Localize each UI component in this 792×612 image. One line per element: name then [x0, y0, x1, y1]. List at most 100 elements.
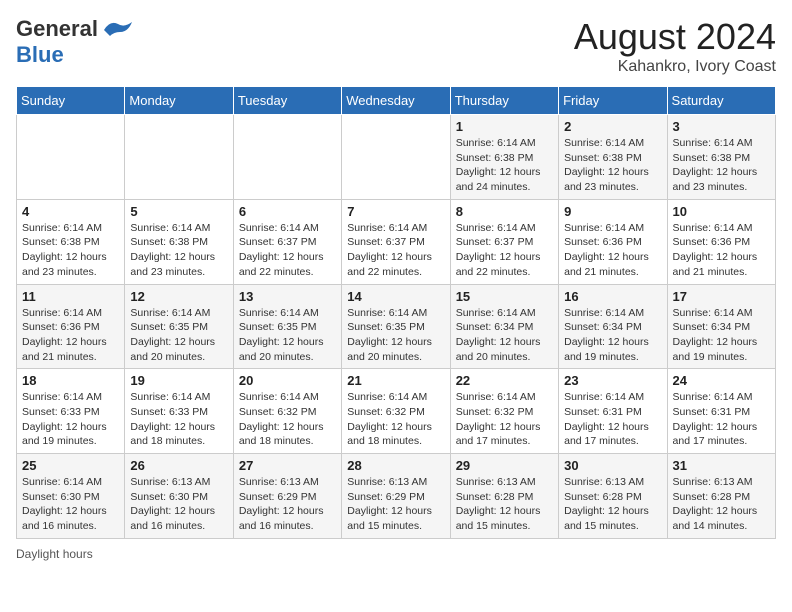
calendar-week-row: 18 Sunrise: 6:14 AM Sunset: 6:33 PM Dayli…	[17, 369, 776, 454]
calendar-title: August 2024	[574, 16, 776, 58]
calendar-cell: 7 Sunrise: 6:14 AM Sunset: 6:37 PM Daylig…	[342, 199, 450, 284]
calendar-header-row: SundayMondayTuesdayWednesdayThursdayFrid…	[17, 87, 776, 115]
day-of-week-header: Thursday	[450, 87, 558, 115]
calendar-cell: 2Sunrise: 6:14 AM Sunset: 6:38 PM Daylig…	[559, 115, 667, 200]
day-info: Sunrise: 6:13 AM Sunset: 6:28 PM Dayligh…	[673, 475, 770, 534]
day-info: Sunrise: 6:14 AM Sunset: 6:34 PM Dayligh…	[564, 306, 661, 365]
day-info: Sunrise: 6:14 AM Sunset: 6:38 PM Dayligh…	[564, 136, 661, 195]
day-number: 28	[347, 458, 444, 473]
calendar-week-row: 25 Sunrise: 6:14 AM Sunset: 6:30 PM Dayli…	[17, 454, 776, 539]
day-number: 16	[564, 289, 661, 304]
calendar-cell: 20 Sunrise: 6:14 AM Sunset: 6:32 PM Dayli…	[233, 369, 341, 454]
day-number: 11	[22, 289, 119, 304]
day-of-week-header: Wednesday	[342, 87, 450, 115]
day-number: 29	[456, 458, 553, 473]
calendar-footer: Daylight hours	[16, 547, 776, 561]
day-of-week-header: Tuesday	[233, 87, 341, 115]
calendar-cell: 23 Sunrise: 6:14 AM Sunset: 6:31 PM Dayli…	[559, 369, 667, 454]
day-info: Sunrise: 6:14 AM Sunset: 6:34 PM Dayligh…	[673, 306, 770, 365]
day-info: Sunrise: 6:14 AM Sunset: 6:31 PM Dayligh…	[673, 390, 770, 449]
calendar-cell: 22Sunrise: 6:14 AM Sunset: 6:32 PM Dayli…	[450, 369, 558, 454]
page-header: General Blue August 2024 Kahankro, Ivory…	[16, 16, 776, 76]
day-number: 22	[456, 373, 553, 388]
calendar-table: SundayMondayTuesdayWednesdayThursdayFrid…	[16, 86, 776, 539]
calendar-title-block: August 2024 Kahankro, Ivory Coast	[574, 16, 776, 76]
day-number: 4	[22, 204, 119, 219]
day-info: Sunrise: 6:14 AM Sunset: 6:38 PM Dayligh…	[130, 221, 227, 280]
day-info: Sunrise: 6:14 AM Sunset: 6:32 PM Dayligh…	[347, 390, 444, 449]
day-info: Sunrise: 6:14 AM Sunset: 6:32 PM Dayligh…	[239, 390, 336, 449]
day-info: Sunrise: 6:14 AM Sunset: 6:31 PM Dayligh…	[564, 390, 661, 449]
day-info: Sunrise: 6:14 AM Sunset: 6:37 PM Dayligh…	[347, 221, 444, 280]
day-info: Sunrise: 6:14 AM Sunset: 6:34 PM Dayligh…	[456, 306, 553, 365]
calendar-cell	[342, 115, 450, 200]
day-of-week-header: Friday	[559, 87, 667, 115]
calendar-cell: 1Sunrise: 6:14 AM Sunset: 6:38 PM Daylig…	[450, 115, 558, 200]
day-number: 26	[130, 458, 227, 473]
day-number: 8	[456, 204, 553, 219]
calendar-cell: 21 Sunrise: 6:14 AM Sunset: 6:32 PM Dayli…	[342, 369, 450, 454]
day-number: 25	[22, 458, 119, 473]
day-info: Sunrise: 6:14 AM Sunset: 6:30 PM Dayligh…	[22, 475, 119, 534]
day-number: 7	[347, 204, 444, 219]
calendar-subtitle: Kahankro, Ivory Coast	[574, 58, 776, 76]
day-info: Sunrise: 6:13 AM Sunset: 6:28 PM Dayligh…	[456, 475, 553, 534]
day-info: Sunrise: 6:14 AM Sunset: 6:33 PM Dayligh…	[22, 390, 119, 449]
calendar-cell	[17, 115, 125, 200]
day-number: 15	[456, 289, 553, 304]
calendar-cell: 3 Sunrise: 6:14 AM Sunset: 6:38 PM Daylig…	[667, 115, 775, 200]
logo: General Blue	[16, 16, 134, 68]
calendar-cell: 9 Sunrise: 6:14 AM Sunset: 6:36 PM Daylig…	[559, 199, 667, 284]
calendar-cell: 17 Sunrise: 6:14 AM Sunset: 6:34 PM Dayli…	[667, 284, 775, 369]
day-of-week-header: Sunday	[17, 87, 125, 115]
day-number: 27	[239, 458, 336, 473]
day-number: 6	[239, 204, 336, 219]
calendar-cell: 8Sunrise: 6:14 AM Sunset: 6:37 PM Daylig…	[450, 199, 558, 284]
day-info: Sunrise: 6:14 AM Sunset: 6:38 PM Dayligh…	[673, 136, 770, 195]
day-number: 19	[130, 373, 227, 388]
calendar-cell: 18 Sunrise: 6:14 AM Sunset: 6:33 PM Dayli…	[17, 369, 125, 454]
day-number: 3	[673, 119, 770, 134]
day-of-week-header: Saturday	[667, 87, 775, 115]
day-number: 30	[564, 458, 661, 473]
day-info: Sunrise: 6:14 AM Sunset: 6:36 PM Dayligh…	[564, 221, 661, 280]
day-info: Sunrise: 6:14 AM Sunset: 6:38 PM Dayligh…	[456, 136, 553, 195]
day-info: Sunrise: 6:14 AM Sunset: 6:38 PM Dayligh…	[22, 221, 119, 280]
calendar-cell: 28 Sunrise: 6:13 AM Sunset: 6:29 PM Dayli…	[342, 454, 450, 539]
day-info: Sunrise: 6:13 AM Sunset: 6:29 PM Dayligh…	[239, 475, 336, 534]
day-info: Sunrise: 6:13 AM Sunset: 6:28 PM Dayligh…	[564, 475, 661, 534]
calendar-cell: 6Sunrise: 6:14 AM Sunset: 6:37 PM Daylig…	[233, 199, 341, 284]
calendar-cell	[125, 115, 233, 200]
logo-text-general: General	[16, 16, 98, 42]
calendar-cell: 13 Sunrise: 6:14 AM Sunset: 6:35 PM Dayli…	[233, 284, 341, 369]
calendar-cell: 11Sunrise: 6:14 AM Sunset: 6:36 PM Dayli…	[17, 284, 125, 369]
calendar-cell: 15 Sunrise: 6:14 AM Sunset: 6:34 PM Dayli…	[450, 284, 558, 369]
calendar-cell: 31 Sunrise: 6:13 AM Sunset: 6:28 PM Dayli…	[667, 454, 775, 539]
day-of-week-header: Monday	[125, 87, 233, 115]
day-number: 17	[673, 289, 770, 304]
day-number: 23	[564, 373, 661, 388]
day-info: Sunrise: 6:14 AM Sunset: 6:35 PM Dayligh…	[239, 306, 336, 365]
calendar-cell: 26 Sunrise: 6:13 AM Sunset: 6:30 PM Dayli…	[125, 454, 233, 539]
calendar-cell: 19 Sunrise: 6:14 AM Sunset: 6:33 PM Dayli…	[125, 369, 233, 454]
day-number: 12	[130, 289, 227, 304]
day-info: Sunrise: 6:14 AM Sunset: 6:35 PM Dayligh…	[347, 306, 444, 365]
day-info: Sunrise: 6:14 AM Sunset: 6:36 PM Dayligh…	[673, 221, 770, 280]
day-number: 21	[347, 373, 444, 388]
calendar-cell: 27 Sunrise: 6:13 AM Sunset: 6:29 PM Dayli…	[233, 454, 341, 539]
daylight-label: Daylight hours	[16, 547, 93, 561]
day-info: Sunrise: 6:13 AM Sunset: 6:29 PM Dayligh…	[347, 475, 444, 534]
day-number: 10	[673, 204, 770, 219]
logo-text-blue: Blue	[16, 42, 64, 67]
calendar-cell: 29 Sunrise: 6:13 AM Sunset: 6:28 PM Dayli…	[450, 454, 558, 539]
day-number: 9	[564, 204, 661, 219]
calendar-cell: 16 Sunrise: 6:14 AM Sunset: 6:34 PM Dayli…	[559, 284, 667, 369]
day-number: 20	[239, 373, 336, 388]
day-number: 18	[22, 373, 119, 388]
calendar-cell: 30 Sunrise: 6:13 AM Sunset: 6:28 PM Dayli…	[559, 454, 667, 539]
day-number: 31	[673, 458, 770, 473]
day-info: Sunrise: 6:13 AM Sunset: 6:30 PM Dayligh…	[130, 475, 227, 534]
day-info: Sunrise: 6:14 AM Sunset: 6:33 PM Dayligh…	[130, 390, 227, 449]
day-info: Sunrise: 6:14 AM Sunset: 6:35 PM Dayligh…	[130, 306, 227, 365]
day-number: 13	[239, 289, 336, 304]
